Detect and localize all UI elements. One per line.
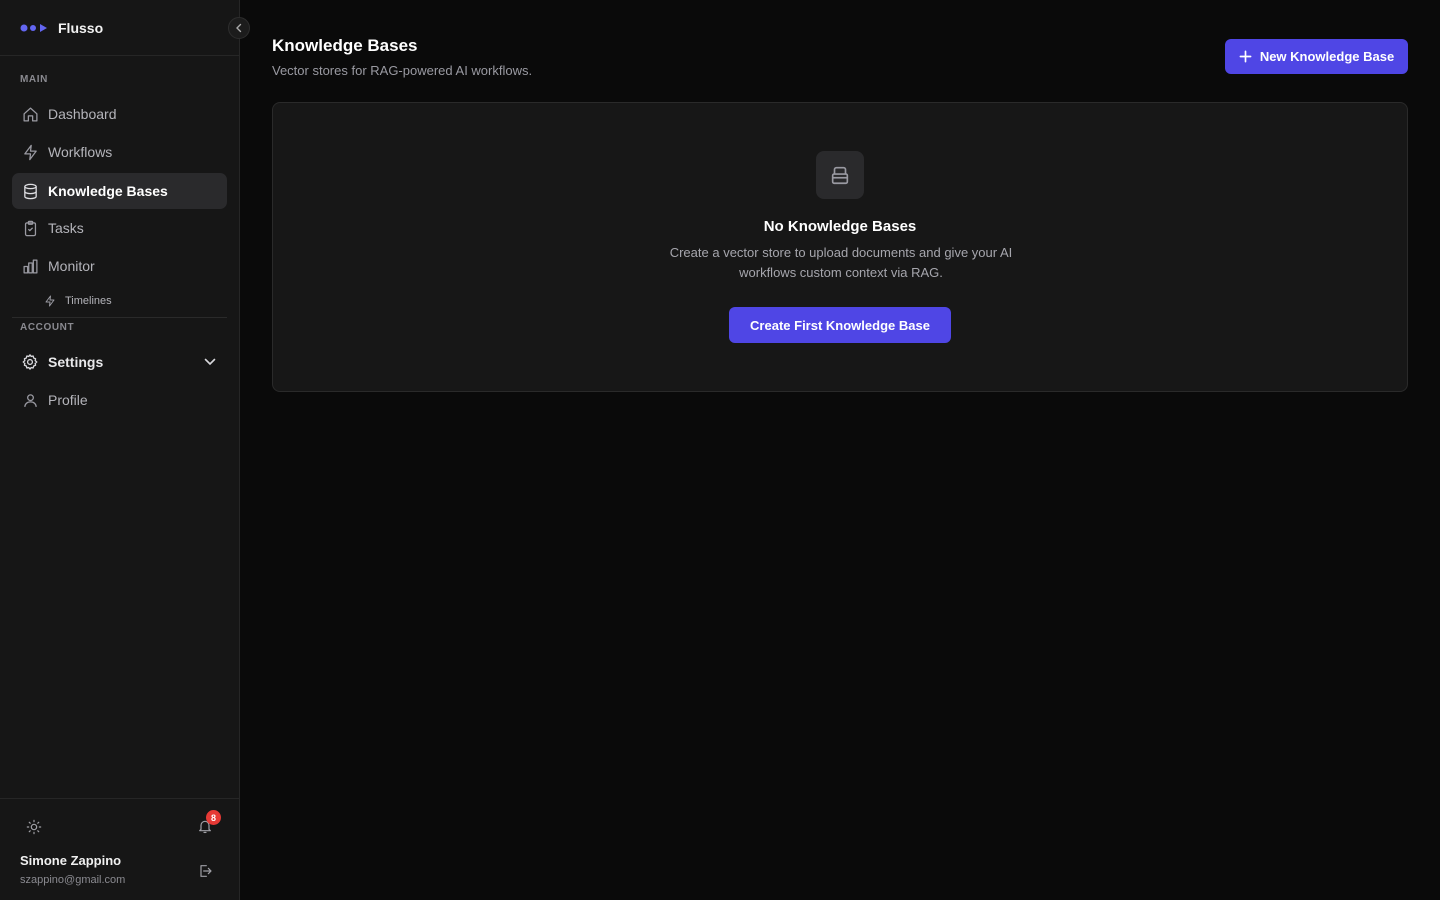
sidebar: Flusso MAIN Dashboard Workflows Knowledg…	[0, 0, 250, 900]
sidebar-item-settings[interactable]: Settings	[12, 344, 227, 380]
chevron-down-icon[interactable]	[203, 355, 217, 369]
logout-icon	[200, 865, 212, 877]
sidebar-item-label: Settings	[48, 354, 104, 370]
empty-state-title: No Knowledge Bases	[763, 218, 917, 235]
sidebar-item-label: Monitor	[48, 258, 95, 274]
logout-button[interactable]	[197, 863, 213, 879]
archive-box-icon	[831, 166, 849, 185]
brand[interactable]: Flusso	[0, 0, 239, 56]
section-label-main: MAIN	[20, 74, 48, 85]
sidebar-item-workflows[interactable]: Workflows	[12, 134, 227, 170]
section-label-account: ACCOUNT	[20, 322, 75, 333]
user-name: Simone Zappino	[20, 853, 122, 868]
empty-state-card: No Knowledge Bases Create a vector store…	[272, 102, 1408, 392]
home-icon	[21, 105, 39, 123]
logo-icon	[20, 23, 47, 32]
sidebar-item-label: Profile	[48, 392, 88, 408]
collapse-sidebar-button[interactable]	[228, 17, 250, 39]
sidebar-item-label: Dashboard	[48, 106, 117, 122]
chevron-left-icon	[236, 23, 242, 33]
clipboard-check-icon	[21, 219, 39, 237]
sidebar-item-knowledge-bases[interactable]: Knowledge Bases	[12, 173, 227, 209]
bar-chart-icon	[21, 257, 39, 275]
sidebar-item-label: Knowledge Bases	[48, 183, 168, 199]
sidebar-item-label: Tasks	[48, 220, 84, 236]
database-icon	[21, 182, 39, 200]
app-name: Flusso	[58, 19, 104, 36]
sidebar-item-label: Workflows	[48, 144, 113, 160]
user-icon	[21, 391, 39, 409]
empty-state-description: Create a vector store to upload document…	[669, 245, 1013, 280]
new-knowledge-base-button[interactable]: New Knowledge Base	[1225, 39, 1408, 74]
sidebar-item-tasks[interactable]: Tasks	[12, 210, 227, 246]
empty-state-icon	[816, 151, 864, 199]
create-first-knowledge-base-button[interactable]: Create First Knowledge Base	[729, 307, 951, 343]
bolt-icon	[44, 295, 56, 307]
sun-icon	[26, 819, 42, 835]
sidebar-divider	[12, 317, 227, 318]
sidebar-item-profile[interactable]: Profile	[12, 382, 227, 418]
sidebar-item-monitor[interactable]: Monitor	[12, 248, 227, 284]
sidebar-subitem-timelines[interactable]: Timelines	[44, 291, 112, 311]
bolt-icon	[21, 143, 39, 161]
page-subtitle: Vector stores for RAG-powered AI workflo…	[272, 63, 533, 78]
notification-badge: 8	[206, 810, 221, 825]
user-email: szappino@gmail.com	[20, 874, 126, 886]
gear-icon	[21, 353, 39, 371]
sidebar-subitem-label: Timelines	[65, 295, 112, 307]
sidebar-item-dashboard[interactable]: Dashboard	[12, 96, 227, 132]
plus-icon	[1239, 50, 1252, 63]
new-knowledge-base-label: New Knowledge Base	[1259, 49, 1395, 64]
sidebar-footer: 8 Simone Zappino szappino@gmail.com	[0, 798, 240, 900]
theme-toggle-button[interactable]	[26, 819, 42, 835]
page-title: Knowledge Bases	[272, 36, 418, 55]
